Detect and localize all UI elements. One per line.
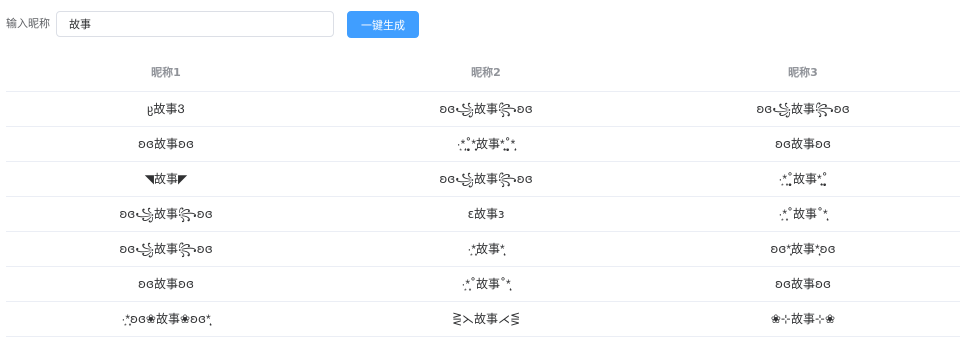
nickname-cell[interactable]: ʚɞ꧁故事꧂ʚɞ	[6, 197, 326, 231]
nickname-cell[interactable]: ʚɞ故事ʚɞ	[646, 127, 960, 161]
column-header-nickname3: 昵称3	[788, 66, 818, 79]
nickname-cell[interactable]: ʚɞ꧁故事꧂ʚɞ	[6, 232, 326, 266]
table-row: ʚɞ꧁故事꧂ʚɞ ɛ故事ɜ ·͙*̩̩͙˚故事˚*̩̩͙	[6, 197, 960, 232]
table-row: ·͙*̩̩͙ʚɞ❀故事❀ʚɞ*̩̩͙ ⋛⋋故事⋌⋚ ❀⊹故事⊹❀	[6, 302, 960, 337]
nickname-label: 输入昵称	[6, 17, 50, 30]
generate-button[interactable]: 一键生成	[347, 11, 419, 38]
table-row: ʚɞ故事ʚɞ ·͙*̩̩͙˚故事˚*̩̩͙ ʚɞ故事ʚɞ	[6, 267, 960, 302]
nickname-cell[interactable]: ɛ故事ɜ	[326, 197, 646, 231]
table-row: ◥故事◤ ʚɞ꧁故事꧂ʚɞ ·͙*̩̩͙˚̩̥̩̥故事*̩̩̥͙˚̩̥̩̥	[6, 162, 960, 197]
nickname-input[interactable]	[56, 11, 334, 37]
nickname-cell[interactable]: ◥故事◤	[6, 162, 326, 196]
nickname-table: 昵称1 昵称2 昵称3 ჸ故事Ვ ʚɞ꧁故事꧂ʚɞ ʚɞ꧁故事꧂ʚɞ ʚɞ故事ʚ…	[6, 55, 960, 337]
nickname-cell[interactable]: ʚɞ故事ʚɞ	[6, 267, 326, 301]
column-header-nickname2: 昵称2	[471, 66, 501, 79]
table-header: 昵称1 昵称2 昵称3	[6, 55, 960, 92]
table-row: ʚɞ꧁故事꧂ʚɞ ·͙*̩̩͙故事*̩̩͙ ʚɞ*̩̩͙故事*̩̩͙ʚɞ	[6, 232, 960, 267]
nickname-cell[interactable]: ʚɞ꧁故事꧂ʚɞ	[646, 92, 960, 126]
nickname-cell[interactable]: ჸ故事Ვ	[6, 92, 326, 126]
nickname-cell[interactable]: ʚɞ꧁故事꧂ʚɞ	[326, 92, 646, 126]
nickname-cell[interactable]: ʚɞ故事ʚɞ	[6, 127, 326, 161]
nickname-cell[interactable]: ʚɞ故事ʚɞ	[646, 267, 960, 301]
nickname-cell[interactable]: ·͙*̩̩͙˚故事˚*̩̩͙	[326, 267, 646, 301]
nickname-cell[interactable]: ·͙*̩̩͙˚̩̥̩̥故事*̩̩̥͙˚̩̥̩̥	[646, 162, 960, 196]
column-header-nickname1: 昵称1	[151, 66, 181, 79]
nickname-cell[interactable]: ⋛⋋故事⋌⋚	[326, 302, 646, 336]
nickname-cell[interactable]: ʚɞ*̩̩͙故事*̩̩͙ʚɞ	[646, 232, 960, 266]
table-row: ჸ故事Ვ ʚɞ꧁故事꧂ʚɞ ʚɞ꧁故事꧂ʚɞ	[6, 92, 960, 127]
nickname-cell[interactable]: ·͙*̩̩͙˚故事˚*̩̩͙	[646, 197, 960, 231]
toolbar: 输入昵称 一键生成	[0, 0, 960, 50]
nickname-cell[interactable]: ·͙*̩̩͙ʚɞ❀故事❀ʚɞ*̩̩͙	[6, 302, 326, 336]
nickname-cell[interactable]: ·͙*̩̩͙˚̩̥̩̥*̩̩̥͙故事*̩̩̥͙˚̩̥̩̥*̩̩͙	[326, 127, 646, 161]
nickname-cell[interactable]: ❀⊹故事⊹❀	[646, 302, 960, 336]
nickname-cell[interactable]: ·͙*̩̩͙故事*̩̩͙	[326, 232, 646, 266]
table-row: ʚɞ故事ʚɞ ·͙*̩̩͙˚̩̥̩̥*̩̩̥͙故事*̩̩̥͙˚̩̥̩̥*̩̩͙ …	[6, 127, 960, 162]
nickname-cell[interactable]: ʚɞ꧁故事꧂ʚɞ	[326, 162, 646, 196]
